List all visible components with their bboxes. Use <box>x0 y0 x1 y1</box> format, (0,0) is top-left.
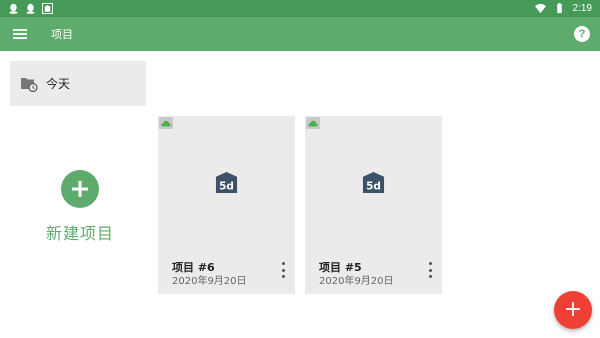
plus-icon: + <box>563 297 583 322</box>
qq-icon <box>9 3 18 14</box>
5d-app-icon <box>42 3 53 14</box>
help-button[interactable]: ? <box>574 26 590 42</box>
status-time: 2:19 <box>572 3 592 14</box>
wifi-icon <box>534 3 546 14</box>
battery-icon <box>556 3 562 14</box>
page-title: 项目 <box>51 28 73 41</box>
project-date: 2020年9月20日 <box>172 276 247 287</box>
project-date: 2020年9月20日 <box>319 276 394 287</box>
svg-text:5d: 5d <box>366 181 381 193</box>
app-bar: 项目 ? <box>0 17 600 51</box>
folder-clock-icon <box>21 77 38 92</box>
add-fab-button[interactable]: + <box>554 291 592 329</box>
project-card[interactable]: 5d 项目 #6 2020年9月20日 <box>158 116 295 294</box>
more-options-icon[interactable] <box>279 262 287 278</box>
project-card[interactable]: 5d 项目 #5 2020年9月20日 <box>305 116 442 294</box>
svg-text:5d: 5d <box>219 181 234 193</box>
cloud-icon <box>306 117 320 129</box>
5d-logo-icon: 5d <box>362 171 385 194</box>
notification-icons <box>8 3 53 14</box>
new-project-button[interactable]: 新建项目 <box>38 170 122 250</box>
5d-logo-icon: 5d <box>215 171 238 194</box>
cloud-icon <box>159 117 173 129</box>
new-project-label: 新建项目 <box>45 224 114 243</box>
menu-button[interactable] <box>0 17 40 51</box>
status-bar: 2:19 <box>0 0 600 17</box>
qq-icon <box>26 3 35 14</box>
more-options-icon[interactable] <box>426 262 434 278</box>
hamburger-icon <box>13 29 27 39</box>
help-icon: ? <box>578 28 586 40</box>
plus-icon <box>61 170 99 208</box>
folder-today[interactable]: 今天 <box>10 61 146 106</box>
folder-label: 今天 <box>46 77 71 91</box>
